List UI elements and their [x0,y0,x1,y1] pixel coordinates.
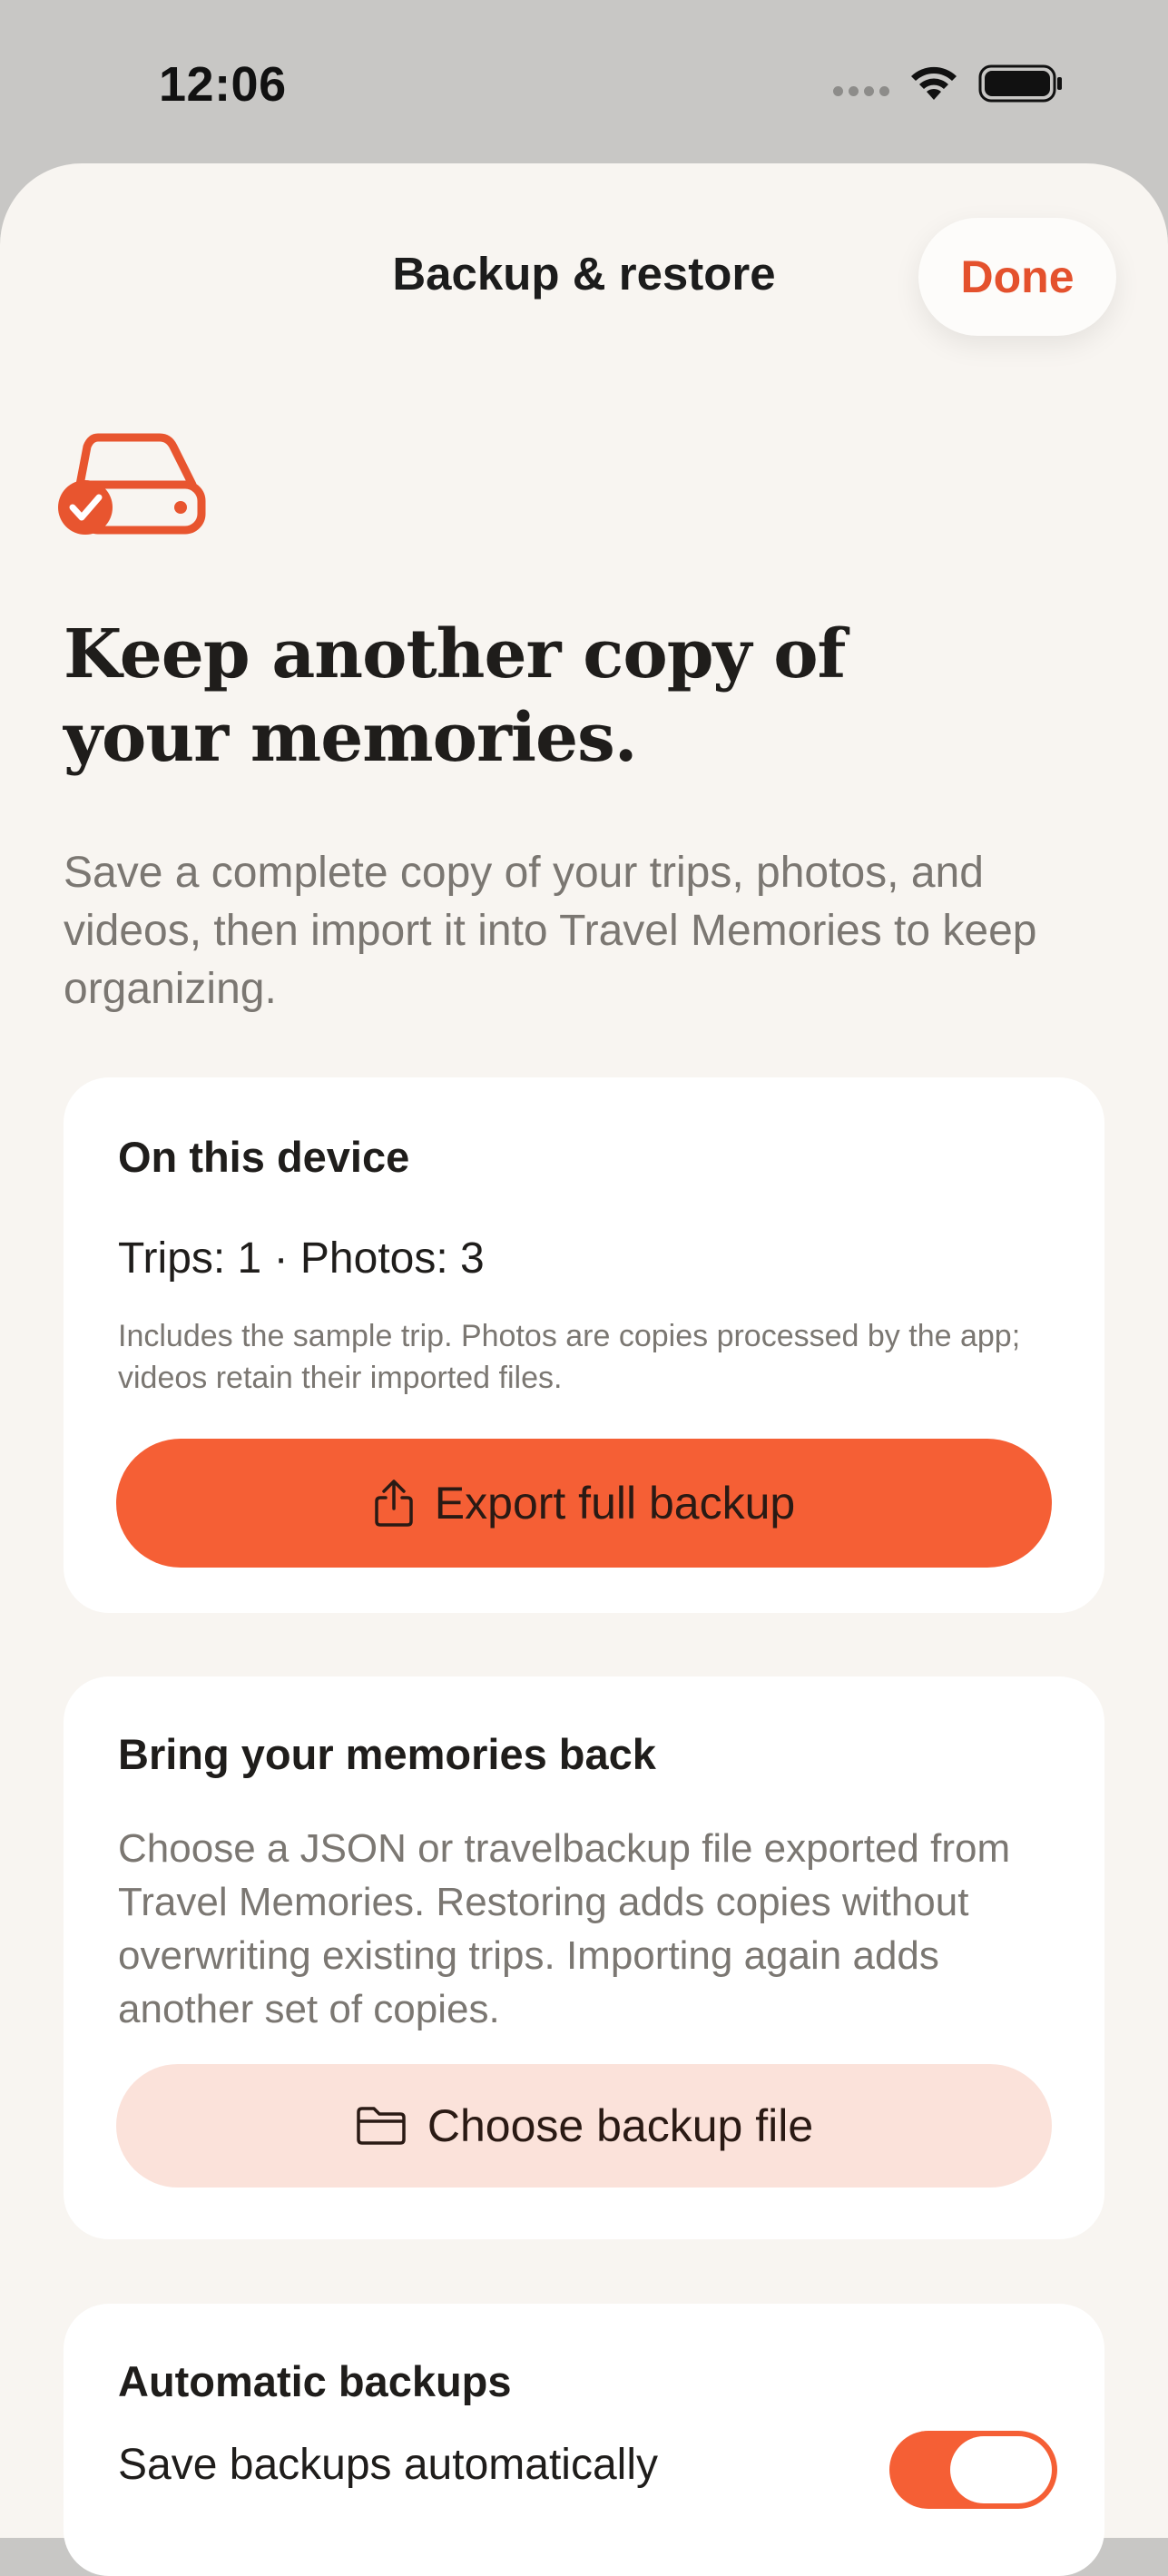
automatic-backups-card: Automatic backups Save backups automatic… [64,2304,1104,2576]
export-backup-button[interactable]: Export full backup [116,1439,1052,1568]
folder-icon [357,2107,406,2145]
automatic-backups-title: Automatic backups [118,2357,512,2405]
share-icon [375,1480,413,1527]
auto-backup-toggle-label: Save backups automatically [118,2441,658,2489]
choose-backup-file-label: Choose backup file [427,2100,814,2151]
device-card-title: On this device [118,1133,410,1181]
restore-card: Bring your memories back Choose a JSON o… [64,1676,1104,2239]
restore-description: Choose a JSON or travelbackup file expor… [118,1826,1011,2031]
restore-card-title: Bring your memories back [118,1730,656,1778]
device-note: Includes the sample trip. Photos are cop… [118,1319,1021,1395]
status-icons [833,64,1064,103]
status-time: 12:06 [159,57,287,112]
export-backup-label: Export full backup [434,1478,796,1529]
backup-sheet: Backup & restore Done Keep another copy … [0,163,1168,2576]
intro-text: Save a complete copy of your trips, phot… [64,849,1037,1013]
battery-icon [978,64,1062,103]
device-counts: Trips: 1 · Photos: 3 [118,1234,485,1283]
wifi-icon [911,66,957,100]
hero-headline: Keep another copy of your memories. [64,613,971,780]
toggle-knob [950,2436,1052,2503]
headline-line-2: your memories. [64,699,638,777]
headline-line-1: Keep another copy of [64,615,846,693]
choose-backup-file-button[interactable]: Choose backup file [116,2064,1052,2188]
auto-backup-toggle[interactable] [889,2431,1057,2509]
cellular-signal-icon [833,85,889,96]
drive-check-icon [54,427,209,540]
status-bar: 12:06 [0,0,1168,163]
device-card: On this device Trips: 1 · Photos: 3 Incl… [64,1077,1104,1613]
done-button[interactable]: Done [918,218,1116,336]
